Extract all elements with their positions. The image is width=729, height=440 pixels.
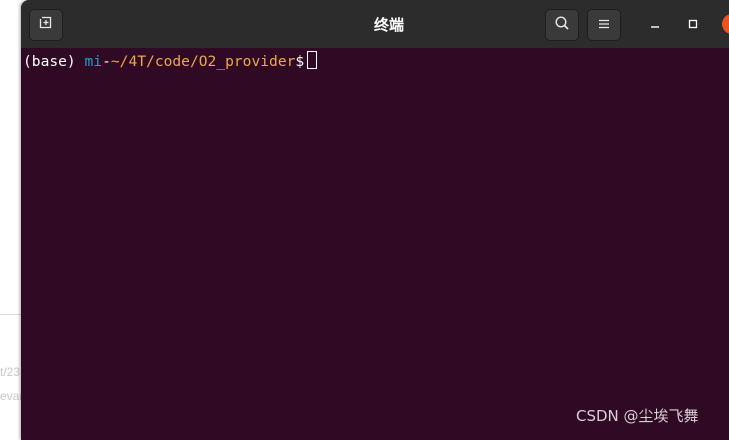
maximize-icon	[687, 15, 699, 34]
prompt-line: (base) mi-~/4T/code/O2_provider$	[23, 51, 318, 71]
prompt-user: mi	[84, 53, 103, 70]
terminal-body[interactable]: (base) mi-~/4T/code/O2_provider$	[21, 48, 729, 440]
background-divider	[0, 314, 22, 315]
prompt-path: ~/4T/code/O2_provider	[110, 53, 296, 70]
prompt-symbol: $	[295, 53, 305, 70]
terminal-window[interactable]: 终端 (base) mi-~/4T/code/O2_provider$	[21, 0, 729, 440]
hamburger-menu-icon	[597, 16, 611, 35]
close-button[interactable]	[722, 14, 729, 34]
search-button[interactable]	[545, 9, 579, 41]
window-title: 终端	[373, 16, 404, 34]
prompt-env-prefix: (base)	[23, 53, 85, 70]
maximize-button[interactable]	[682, 13, 704, 35]
prompt-separator: -	[102, 53, 111, 70]
new-tab-button[interactable]	[29, 9, 63, 41]
search-icon	[554, 15, 570, 35]
background-text-2: evar	[0, 389, 24, 403]
menu-button[interactable]	[587, 9, 621, 41]
titlebar[interactable]: 终端	[21, 0, 729, 48]
new-tab-icon	[38, 15, 54, 35]
watermark: CSDN @尘埃飞舞	[576, 407, 699, 425]
text-cursor	[307, 51, 318, 69]
minimize-icon	[649, 15, 661, 34]
minimize-button[interactable]	[644, 13, 666, 35]
background-text-1: t/23	[0, 365, 21, 379]
